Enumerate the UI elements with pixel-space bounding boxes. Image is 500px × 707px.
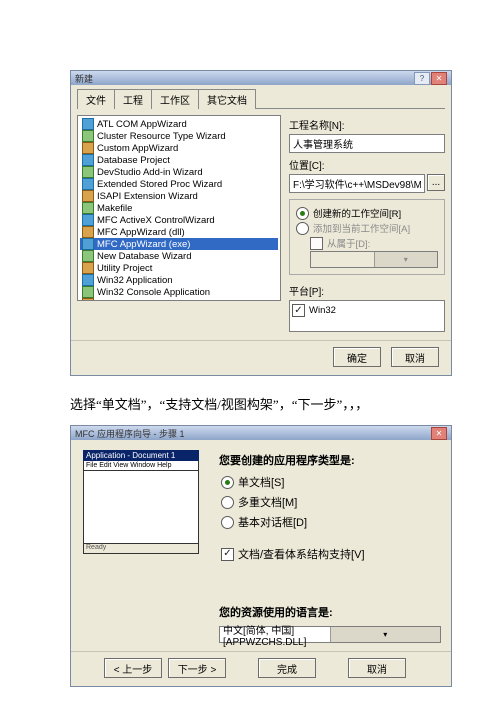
tab-projects[interactable]: 工程 bbox=[114, 89, 152, 109]
help-button[interactable]: ? bbox=[414, 72, 430, 85]
tab-workspaces[interactable]: 工作区 bbox=[151, 89, 199, 109]
cancel-button[interactable]: 取消 bbox=[391, 347, 439, 367]
language-combo[interactable]: 中文[简体, 中国] [APPWZCHS.DLL]▾ bbox=[219, 626, 441, 643]
radio-mdi[interactable] bbox=[221, 496, 234, 509]
project-type-list[interactable]: ATL COM AppWizard Cluster Resource Type … bbox=[77, 115, 281, 301]
right-panel: 工程名称[N]: 位置[C]: ... 创建新的工作空间[R] 添加到当前工作空… bbox=[289, 115, 445, 332]
radio-dialog[interactable] bbox=[221, 516, 234, 529]
check-dependency bbox=[310, 237, 323, 250]
list-item-selected: MFC AppWizard (exe) bbox=[80, 238, 278, 250]
radio-add-workspace[interactable] bbox=[296, 222, 309, 235]
button-row: 确定 取消 bbox=[71, 340, 451, 375]
radio-sdi[interactable] bbox=[221, 476, 234, 489]
check-docview[interactable] bbox=[221, 548, 234, 561]
new-project-dialog: 新建 ? ✕ 文件 工程 工作区 其它文档 ATL COM AppWizard … bbox=[70, 70, 452, 376]
platform-label: 平台[P]: bbox=[289, 283, 445, 298]
preview-pane: Application - Document 1 File Edit View … bbox=[81, 450, 209, 630]
titlebar: MFC 应用程序向导 - 步骤 1 ✕ bbox=[71, 426, 451, 440]
check-win32[interactable] bbox=[292, 304, 305, 317]
platform-list[interactable]: Win32 bbox=[289, 300, 445, 332]
preview-status: Ready bbox=[83, 544, 199, 554]
browse-button[interactable]: ... bbox=[427, 174, 445, 191]
title-text: 新建 bbox=[75, 72, 93, 85]
project-name-label: 工程名称[N]: bbox=[289, 117, 445, 132]
ok-button[interactable]: 确定 bbox=[333, 347, 381, 367]
button-row: < 上一步 下一步 > 完成 取消 bbox=[71, 651, 451, 686]
tab-files[interactable]: 文件 bbox=[77, 89, 115, 109]
chevron-down-icon[interactable]: ▾ bbox=[330, 627, 441, 642]
preview-title: Application - Document 1 bbox=[83, 450, 199, 461]
instruction-text: 选择“单文档”，“支持文档/视图构架”，“下一步”，，， bbox=[70, 394, 500, 413]
cancel-button[interactable]: 取消 bbox=[348, 658, 406, 678]
preview-menu: File Edit View Window Help bbox=[83, 461, 199, 471]
back-button[interactable]: < 上一步 bbox=[104, 658, 162, 678]
options-pane: 您要创建的应用程序类型是: 单文档[S] 多重文档[M] 基本对话框[D] 文档… bbox=[219, 450, 441, 643]
close-button[interactable]: ✕ bbox=[431, 427, 447, 440]
radio-new-workspace[interactable] bbox=[296, 207, 309, 220]
question-language: 您的资源使用的语言是: bbox=[219, 604, 441, 620]
next-button[interactable]: 下一步 > bbox=[168, 658, 226, 678]
titlebar: 新建 ? ✕ bbox=[71, 71, 451, 85]
workspace-group: 创建新的工作空间[R] 添加到当前工作空间[A] 从属于[D]: ▾ bbox=[289, 199, 445, 275]
preview-body bbox=[83, 471, 199, 544]
tab-other[interactable]: 其它文档 bbox=[198, 89, 256, 109]
finish-button[interactable]: 完成 bbox=[258, 658, 316, 678]
location-label: 位置[C]: bbox=[289, 157, 445, 172]
location-input[interactable] bbox=[289, 174, 425, 193]
project-name-input[interactable] bbox=[289, 134, 445, 153]
window-buttons: ? ✕ bbox=[414, 72, 447, 85]
appwizard-dialog: MFC 应用程序向导 - 步骤 1 ✕ Application - Docume… bbox=[70, 425, 452, 687]
close-button[interactable]: ✕ bbox=[431, 72, 447, 85]
question-app-type: 您要创建的应用程序类型是: bbox=[219, 452, 441, 468]
dependency-combo: ▾ bbox=[310, 251, 438, 268]
tab-bar: 文件 工程 工作区 其它文档 bbox=[71, 85, 451, 109]
title-text: MFC 应用程序向导 - 步骤 1 bbox=[75, 427, 185, 440]
